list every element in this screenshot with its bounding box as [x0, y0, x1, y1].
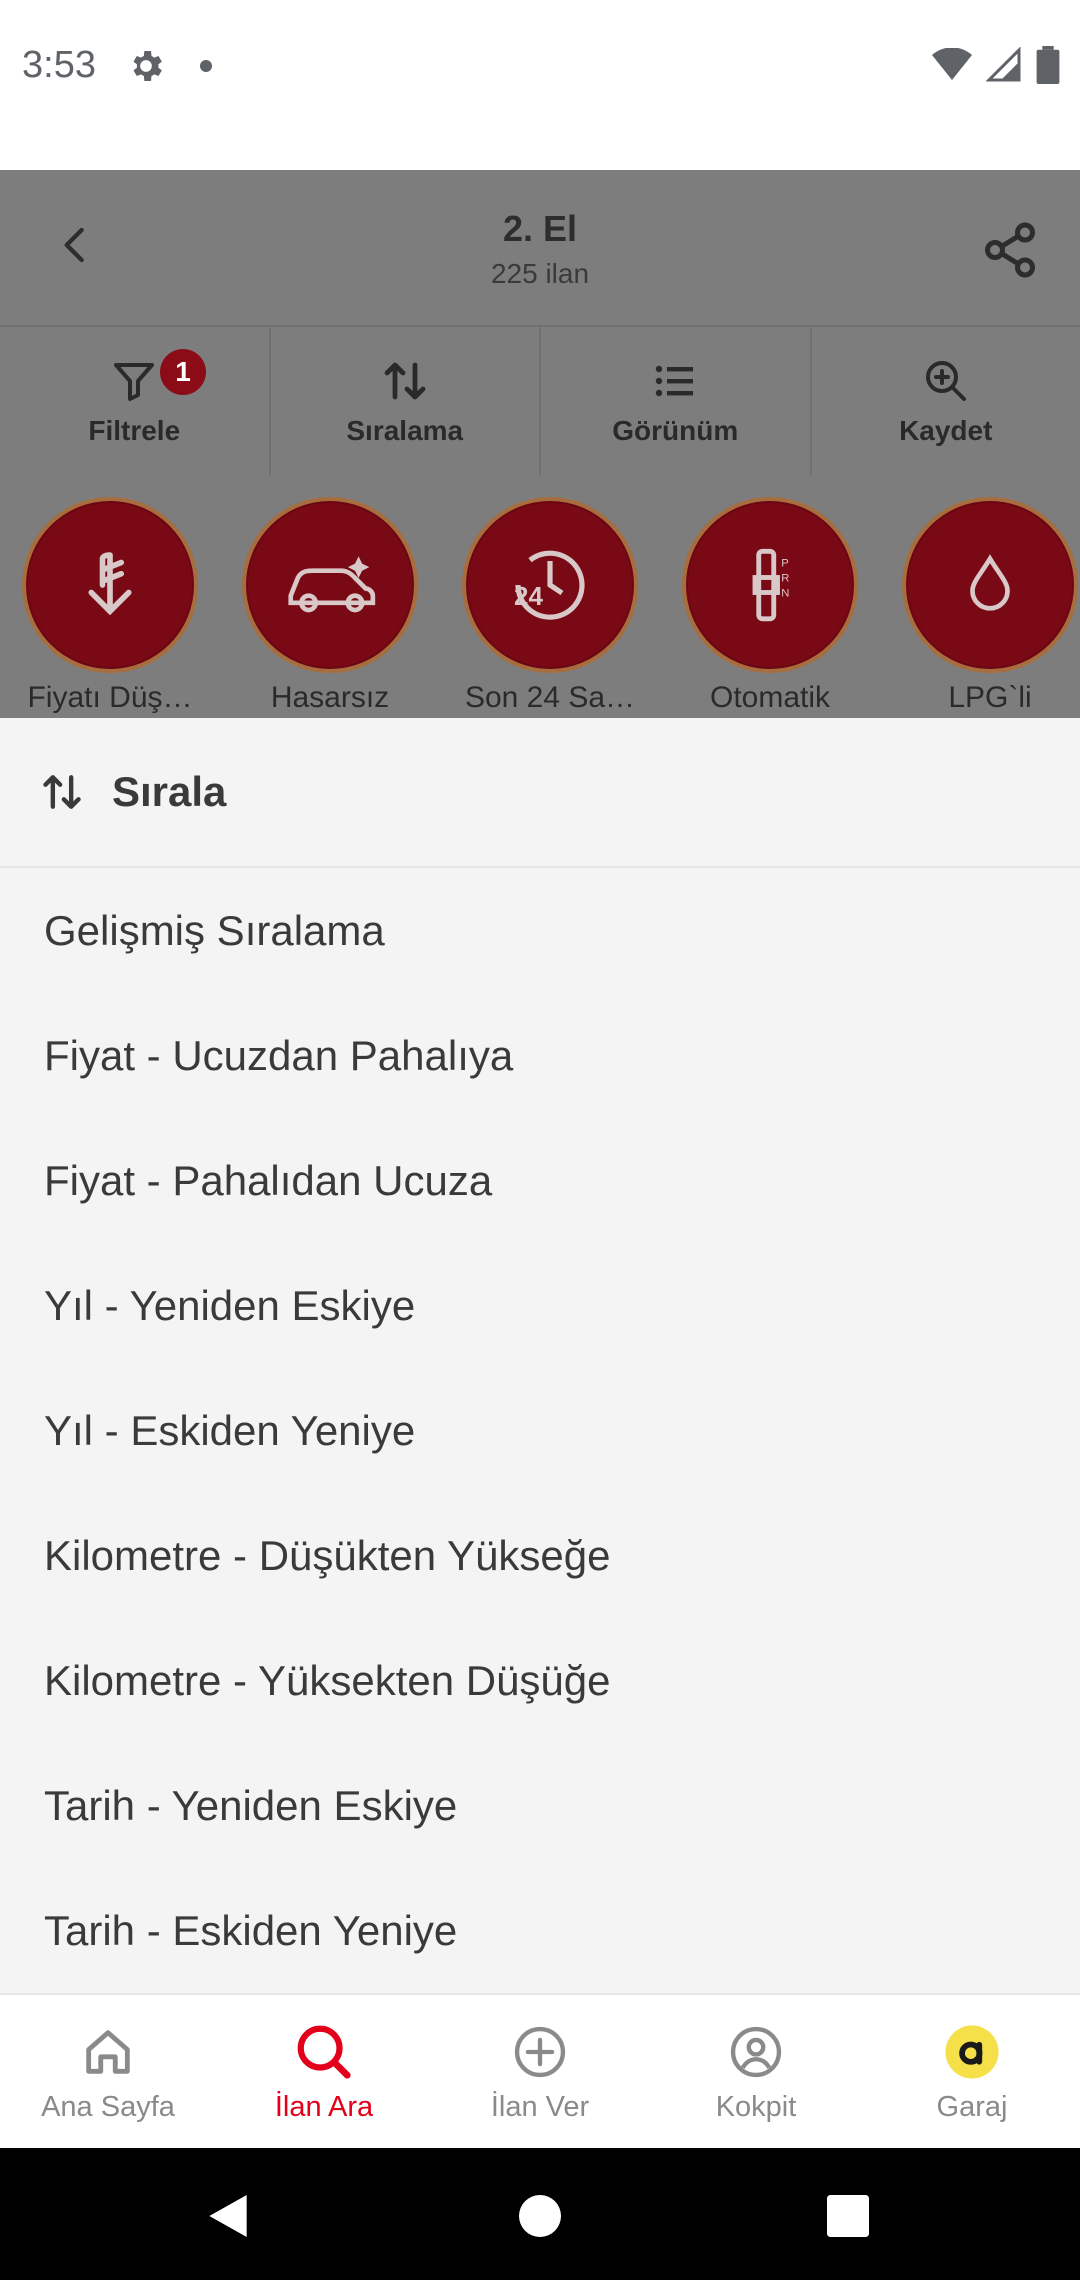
wifi-icon [932, 48, 972, 80]
notification-dot [200, 60, 212, 72]
settings-icon [133, 51, 162, 81]
nav-post-ad[interactable]: İlan Ver [432, 1995, 648, 2150]
list-icon [656, 365, 694, 397]
share-button[interactable] [970, 210, 1050, 290]
sort-option-date-asc[interactable]: Tarih - Eskiden Yeniye [0, 1868, 1080, 1993]
sort-option-date-desc[interactable]: Tarih - Yeniden Eskiye [0, 1743, 1080, 1868]
signal-icon [986, 47, 1021, 82]
sheet-title: Sırala [112, 768, 227, 815]
sort-arrows-icon [384, 362, 426, 400]
chip-undamaged[interactable]: Hasarsız [220, 497, 440, 715]
svg-text:24: 24 [514, 581, 543, 611]
chip-automatic[interactable]: PRN Otomatik [660, 497, 880, 715]
filter-label: Filtrele [88, 415, 181, 446]
nav-label: İlan Ver [490, 2091, 590, 2123]
svg-text:P: P [781, 557, 789, 569]
garage-icon [945, 2025, 999, 2079]
home-icon [86, 2030, 130, 2074]
car-icon [288, 556, 376, 613]
sheet-header: Sırala [0, 718, 1080, 868]
zoom-plus-icon [925, 361, 966, 401]
nav-label: İlan Ara [274, 2091, 374, 2123]
drop-icon [970, 554, 1010, 611]
sort-options-list: Gelişmiş Sıralama Fiyat - Ucuzdan Pahalı… [0, 868, 1080, 1993]
sort-arrows-icon [43, 775, 81, 809]
share-icon [985, 222, 1035, 278]
bottom-navigation: Ana Sayfa İlan Ara İlan Ver Kokpit Garaj [0, 1993, 1080, 2150]
nav-label: Garaj [936, 2091, 1008, 2123]
chip-last-24h[interactable]: 24 Son 24 Sa… [440, 497, 660, 715]
chip-price-drop[interactable]: Fiyatı Düş… [0, 497, 220, 715]
gear-shift-icon: PRN [752, 548, 789, 622]
filter-toolbar: 1 Filtrele Sıralama Görünüm Kaydet [0, 325, 1080, 477]
save-search-button[interactable]: Kaydet [812, 327, 1080, 477]
clock-24-icon: 24 [514, 550, 585, 620]
sort-option-km-asc[interactable]: Kilometre - Düşükten Yükseğe [0, 1493, 1080, 1618]
system-navigation-bar [0, 2148, 1080, 2280]
quick-filter-chips: Fiyatı Düş… Hasarsız 24 Son 24 Sa… PRN O… [0, 475, 1080, 718]
price-down-icon [88, 552, 132, 616]
account-icon [730, 2026, 782, 2078]
result-count: 225 ilan [490, 258, 590, 289]
chip-label: Otomatik [709, 681, 831, 714]
sort-bottom-sheet: Sırala Gelişmiş Sıralama Fiyat - Ucuzdan… [0, 718, 1080, 1993]
home-circle-icon[interactable] [512, 2188, 568, 2244]
battery-icon [1036, 46, 1060, 84]
filter-count-badge: 1 [160, 349, 206, 395]
status-bar: 3:53 [0, 0, 1080, 170]
nav-cockpit[interactable]: Kokpit [648, 1995, 864, 2150]
view-label: Görünüm [612, 415, 739, 446]
sort-option-advanced[interactable]: Gelişmiş Sıralama [0, 868, 1080, 993]
chip-label: Son 24 Sa… [464, 681, 636, 714]
svg-text:R: R [781, 572, 789, 584]
add-circle-icon [514, 2026, 566, 2078]
recents-square-icon[interactable] [820, 2188, 876, 2244]
nav-search[interactable]: İlan Ara [216, 1995, 432, 2150]
nav-label: Ana Sayfa [41, 2091, 175, 2123]
sort-option-year-desc[interactable]: Yıl - Yeniden Eskiye [0, 1243, 1080, 1368]
filter-icon [114, 363, 155, 401]
back-triangle-icon[interactable] [200, 2188, 256, 2244]
nav-garage[interactable]: Garaj [864, 1995, 1080, 2150]
sort-option-price-desc[interactable]: Fiyat - Pahalıdan Ucuza [0, 1118, 1080, 1243]
chip-label: Fiyatı Düş… [27, 681, 193, 714]
sort-option-km-desc[interactable]: Kilometre - Yüksekten Düşüğe [0, 1618, 1080, 1743]
svg-text:N: N [781, 587, 789, 599]
sort-label: Sıralama [346, 415, 464, 446]
search-icon [297, 2025, 351, 2079]
view-button[interactable]: Görünüm [541, 327, 812, 477]
filter-button[interactable]: 1 Filtrele [0, 327, 271, 477]
nav-home[interactable]: Ana Sayfa [0, 1995, 216, 2150]
nav-label: Kokpit [715, 2091, 797, 2123]
chip-label: Hasarsız [270, 681, 390, 714]
sort-button[interactable]: Sıralama [271, 327, 541, 477]
app-bar: 2. El 225 ilan [0, 170, 1080, 325]
chip-label: LPG`li [948, 681, 1032, 714]
save-label: Kaydet [899, 415, 993, 446]
status-time: 3:53 [22, 44, 96, 86]
sort-option-year-asc[interactable]: Yıl - Eskiden Yeniye [0, 1368, 1080, 1493]
chip-lpg[interactable]: LPG`li [880, 497, 1080, 715]
page-title: 2. El [502, 208, 578, 249]
sort-option-price-asc[interactable]: Fiyat - Ucuzdan Pahalıya [0, 993, 1080, 1118]
